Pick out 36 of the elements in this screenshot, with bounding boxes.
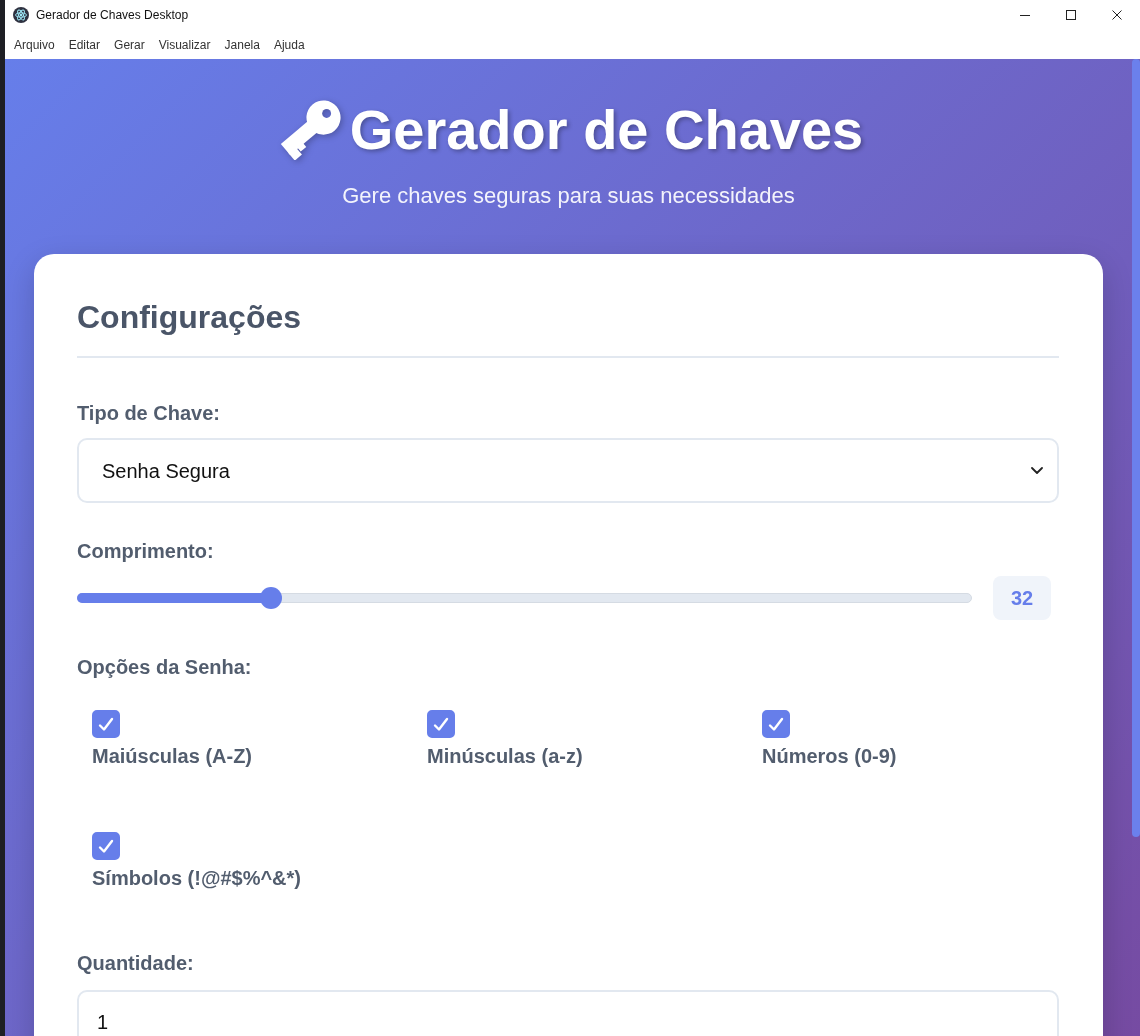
menu-item[interactable]: Arquivo — [7, 34, 62, 55]
length-slider[interactable] — [77, 587, 972, 609]
close-icon[interactable] — [1112, 10, 1122, 20]
maximize-icon[interactable] — [1066, 10, 1076, 20]
checkmark-icon — [768, 716, 784, 732]
quantity-input[interactable]: 1 — [77, 990, 1059, 1036]
checkbox[interactable] — [92, 710, 120, 738]
scrollbar-thumb[interactable] — [1132, 59, 1140, 837]
checkmark-icon — [98, 716, 114, 732]
field-label: Tipo de Chave: — [77, 401, 220, 425]
option-label: Maiúsculas (A-Z) — [92, 744, 253, 768]
option-label: Números (0-9) — [762, 744, 897, 768]
section-heading: Configurações — [77, 298, 1059, 358]
field-label: Comprimento: — [77, 539, 214, 563]
menu-item[interactable]: Gerar — [107, 34, 152, 55]
menu-item[interactable]: Editar — [61, 34, 108, 55]
checkbox[interactable] — [92, 832, 120, 860]
option-label: Símbolos (!@#$%^&*) — [92, 866, 301, 890]
checkmark-icon — [98, 838, 114, 854]
window-title: Gerador de Chaves Desktop — [36, 7, 189, 23]
key-type-select[interactable]: Senha Segura — [77, 438, 1059, 503]
checkbox[interactable] — [762, 710, 790, 738]
app-title: Gerador de Chaves — [349, 97, 864, 163]
chevron-down-icon — [1031, 467, 1043, 474]
checkmark-icon — [433, 716, 449, 732]
option-label: Minúsculas (a-z) — [427, 744, 583, 768]
atom-icon — [13, 7, 29, 23]
menu-item[interactable]: Janela — [217, 34, 267, 55]
app-subtitle: Gere chaves seguras para suas necessidades — [342, 182, 795, 210]
slider-thumb[interactable] — [260, 587, 283, 609]
field-label: Opções da Senha: — [77, 655, 252, 679]
length-value: 32 — [993, 576, 1051, 620]
menu-item[interactable]: Visualizar — [151, 34, 218, 55]
checkbox[interactable] — [427, 710, 455, 738]
menu-item[interactable]: Ajuda — [266, 34, 312, 55]
field-label: Quantidade: — [77, 951, 194, 975]
